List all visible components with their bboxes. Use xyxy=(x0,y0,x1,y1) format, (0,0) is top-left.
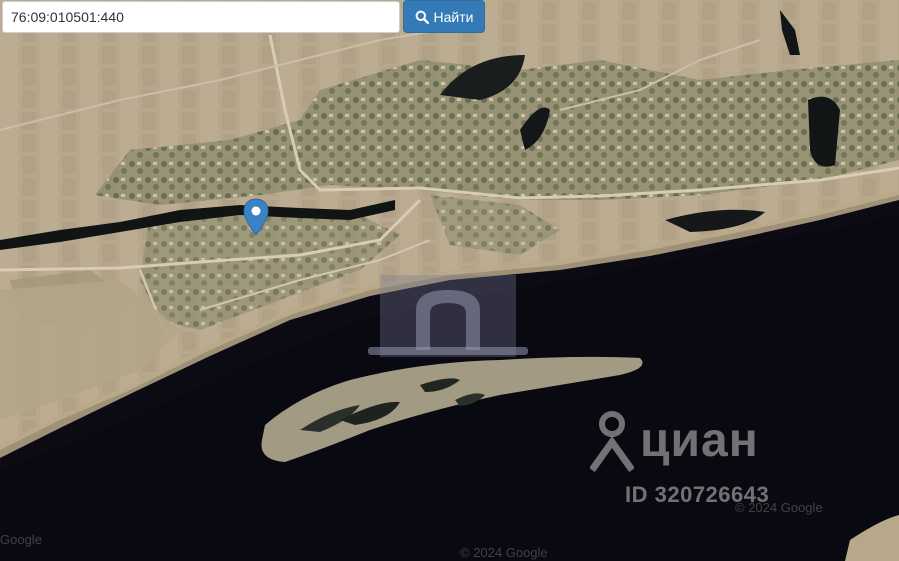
search-button[interactable]: Найти xyxy=(403,0,485,33)
map-view[interactable]: © 2024 Google © 2024 Google Google циан … xyxy=(0,0,899,561)
cadastral-search-input[interactable] xyxy=(2,1,400,33)
location-pin-icon[interactable] xyxy=(243,198,269,236)
google-attribution-left: Google xyxy=(0,532,42,547)
map-center-marker xyxy=(368,275,528,357)
search-button-label: Найти xyxy=(433,8,474,25)
cian-brand-text: циан xyxy=(640,414,759,467)
cian-person-icon xyxy=(590,411,634,472)
cian-logo: циан xyxy=(590,410,759,472)
search-icon xyxy=(415,10,429,24)
listing-id: ID 320726643 xyxy=(625,482,770,507)
google-attribution-center: © 2024 Google xyxy=(460,545,548,560)
cian-watermark: циан ID 320726643 xyxy=(590,410,769,507)
